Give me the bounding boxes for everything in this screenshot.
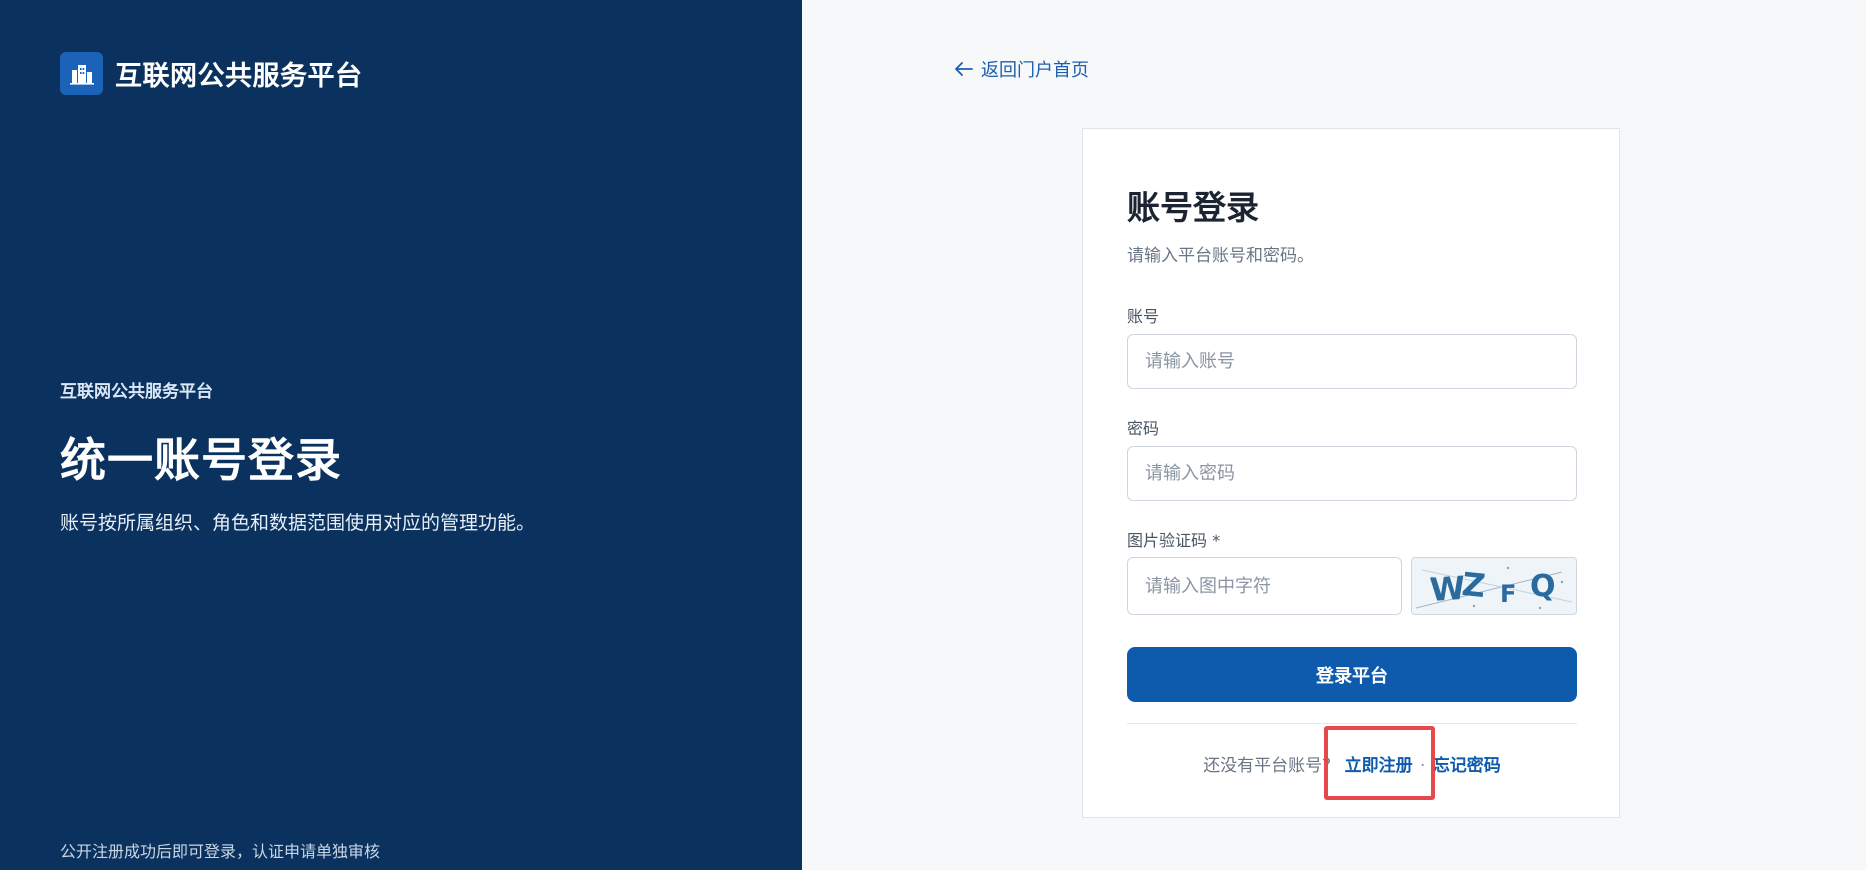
register-prompt: 还没有平台账号？ bbox=[1203, 756, 1340, 776]
captcha-image[interactable]: W Z F Q bbox=[1411, 557, 1577, 615]
password-label: 密码 bbox=[1127, 419, 1160, 438]
login-card: 账号登录 请输入平台账号和密码。 账号 密码 图片验证码 * W Z F Q 登… bbox=[1082, 128, 1620, 818]
divider bbox=[1127, 723, 1577, 724]
captcha-input[interactable] bbox=[1127, 557, 1402, 615]
account-input[interactable] bbox=[1127, 334, 1577, 389]
forgot-password-link[interactable]: 忘记密码 bbox=[1433, 756, 1501, 776]
svg-text:Q: Q bbox=[1530, 569, 1556, 604]
login-subtitle: 请输入平台账号和密码。 bbox=[1127, 246, 1314, 266]
register-prompt-row: 还没有平台账号？ 立即注册 · 忘记密码 bbox=[1083, 751, 1621, 776]
account-label: 账号 bbox=[1127, 307, 1160, 326]
register-link[interactable]: 立即注册 bbox=[1345, 756, 1413, 776]
captcha-label: 图片验证码 * bbox=[1127, 531, 1221, 550]
svg-text:Z: Z bbox=[1460, 565, 1487, 605]
building-icon bbox=[60, 52, 103, 95]
password-input[interactable] bbox=[1127, 446, 1577, 501]
back-link-label: 返回门户首页 bbox=[981, 60, 1089, 81]
brand: 互联网公共服务平台 bbox=[60, 52, 363, 95]
left-panel: 互联网公共服务平台 互联网公共服务平台 统一账号登录 账号按所属组织、角色和数据… bbox=[0, 0, 802, 870]
login-submit-button[interactable]: 登录平台 bbox=[1127, 647, 1577, 702]
hero-title: 统一账号登录 bbox=[60, 433, 342, 487]
left-footer-note: 公开注册成功后即可登录，认证申请单独审核 bbox=[60, 842, 381, 861]
hero-description: 账号按所属组织、角色和数据范围使用对应的管理功能。 bbox=[60, 512, 536, 534]
login-title: 账号登录 bbox=[1127, 188, 1259, 227]
brand-name: 互联网公共服务平台 bbox=[115, 61, 363, 92]
back-to-portal-link[interactable]: 返回门户首页 bbox=[955, 56, 1089, 82]
svg-text:F: F bbox=[1500, 580, 1516, 608]
arrow-left-icon bbox=[955, 62, 973, 76]
link-separator: · bbox=[1420, 756, 1426, 776]
hero-eyebrow: 互联网公共服务平台 bbox=[60, 382, 213, 402]
